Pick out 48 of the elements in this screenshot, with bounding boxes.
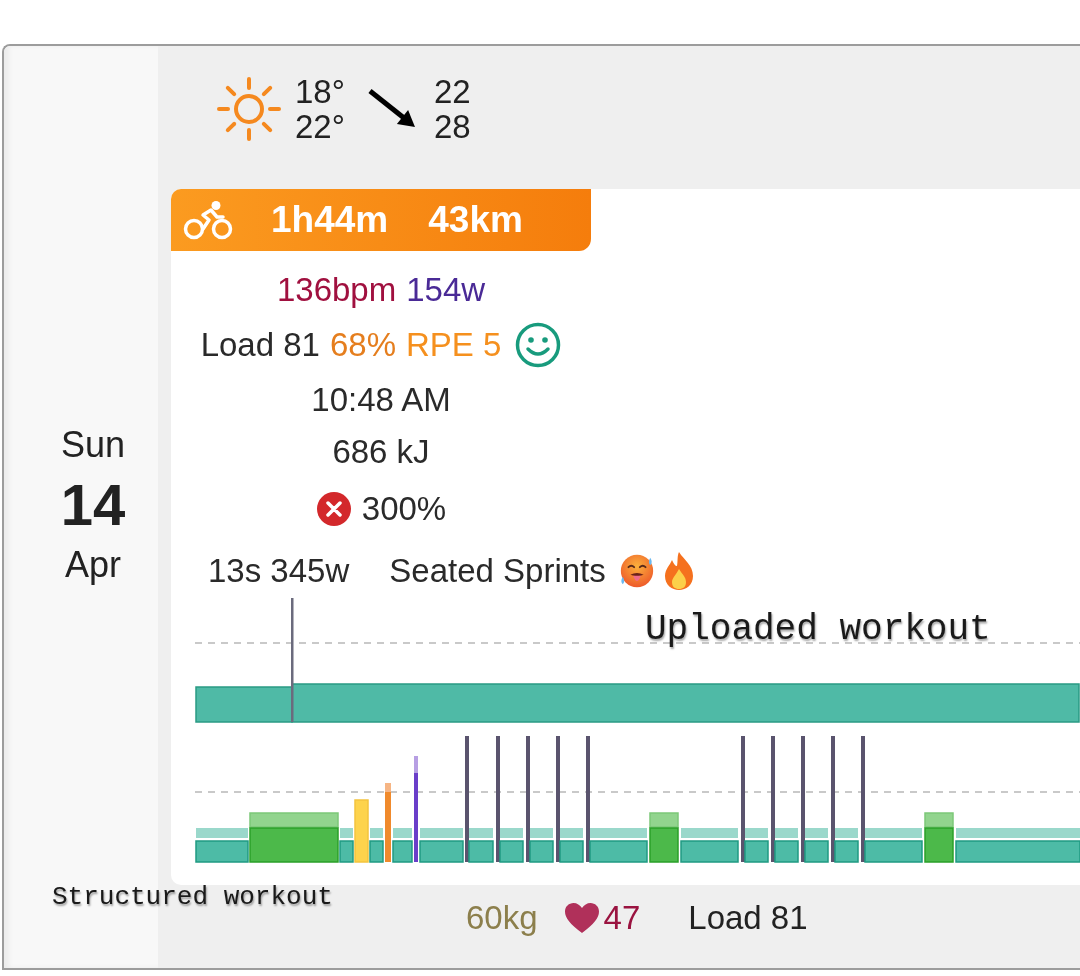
recovery-block — [774, 828, 799, 863]
distance-label: 43km — [428, 199, 523, 241]
recovery-block — [744, 828, 769, 863]
weekday-label: Sun — [60, 423, 126, 467]
weight-label: 60kg — [466, 899, 538, 937]
compliance-label: 300% — [361, 490, 447, 528]
recovery-block — [864, 828, 923, 863]
month-label: Apr — [65, 543, 121, 587]
recovery-block — [468, 828, 494, 863]
recovery-block — [834, 828, 859, 863]
endurance-bar — [924, 812, 954, 863]
duration-label: 1h44m — [271, 199, 389, 241]
recovery-block — [195, 828, 249, 863]
resting-hr-label: 47 — [603, 899, 641, 937]
endurance-bar — [649, 812, 679, 863]
tempo-bar — [354, 799, 369, 863]
recovery-block — [804, 828, 829, 863]
smiley-icon — [515, 322, 562, 368]
activity-title: Seated Sprints — [389, 552, 606, 590]
handwritten-note: Uploaded workout — [645, 610, 991, 650]
bicycle-icon — [183, 200, 233, 240]
activity-card[interactable]: 1h44m 43km 136bpm 154w Load 81 68% RPE 5 10:48 AM 686 kJ 300% 13s 345w Seated Sprints Uploaded workout — [171, 189, 1080, 885]
arrow-icon — [366, 88, 417, 130]
peak-power-label: 13s 345w — [208, 552, 350, 590]
recovery-block — [499, 828, 524, 863]
recovery-block — [680, 828, 739, 863]
recovery-block — [369, 828, 384, 863]
load-label: Load 81 — [688, 899, 808, 937]
wind-value: 22 — [433, 74, 471, 109]
load-label: Load 81 — [200, 326, 320, 364]
intensity-label: 68% — [329, 326, 396, 364]
recovery-block — [529, 828, 554, 863]
wind-value: 28 — [433, 109, 471, 144]
recovery-block — [392, 828, 413, 863]
rpe-label: RPE 5 — [406, 326, 502, 364]
recovery-block — [589, 828, 648, 863]
recovery-block — [339, 828, 354, 863]
start-time-label: 10:48 AM — [311, 381, 451, 419]
power-label: 154w — [406, 271, 486, 309]
work-label: 686 kJ — [332, 433, 430, 471]
recovery-block — [559, 828, 584, 863]
temperature-label: 22° — [295, 109, 345, 144]
recovery-block — [419, 828, 464, 863]
temperature-label: 18° — [295, 74, 345, 109]
sun-icon — [215, 75, 283, 143]
heart-icon — [563, 902, 600, 934]
day-number: 14 — [60, 471, 126, 539]
heart-rate-label: 136bpm — [276, 271, 397, 309]
